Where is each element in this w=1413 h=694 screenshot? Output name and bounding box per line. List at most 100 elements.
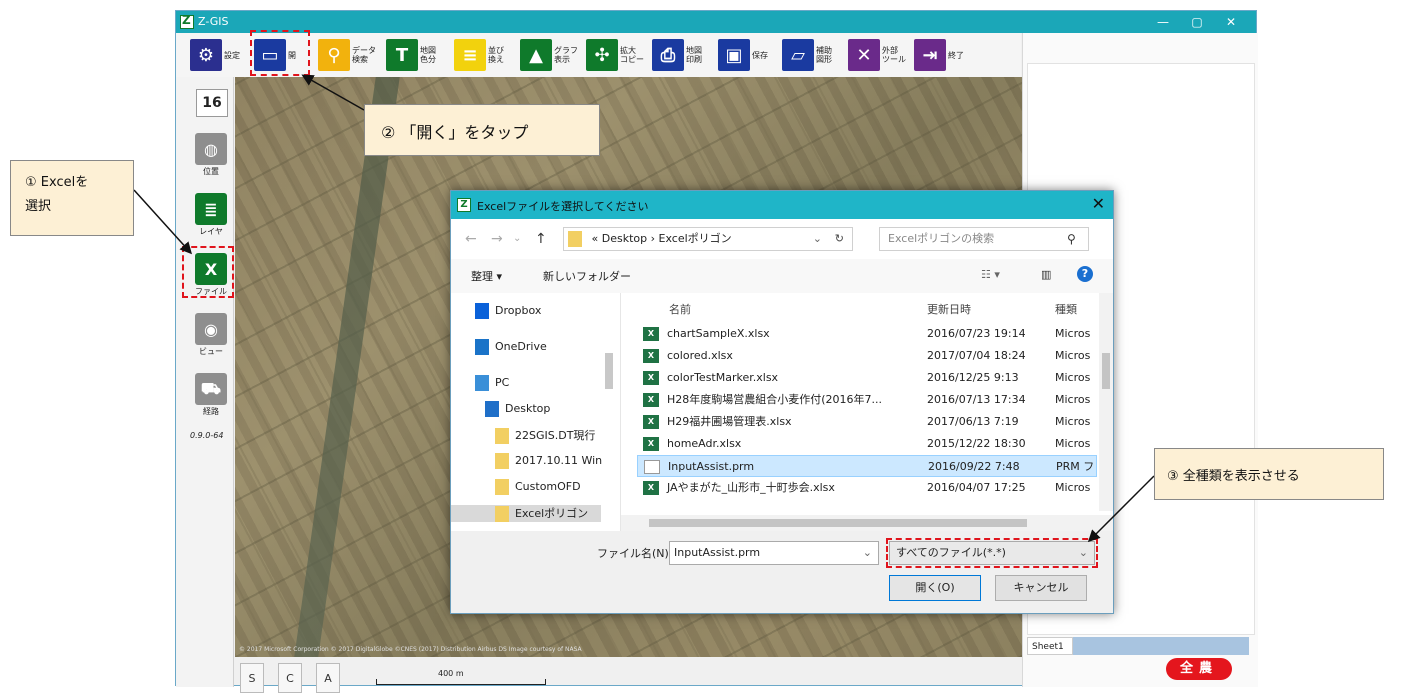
nav-item-0[interactable]: Dropbox: [475, 303, 541, 319]
nav-scroll-thumb[interactable]: [605, 353, 613, 389]
nav-item-2[interactable]: PC: [475, 375, 509, 391]
file-type: Micros: [1055, 393, 1091, 406]
highlight-open-button: [250, 30, 310, 76]
file-type: Micros: [1055, 349, 1091, 362]
toolbar-external-tools-button[interactable]: ✕ 外部 ツール: [848, 37, 908, 73]
chevron-down-icon[interactable]: ⌄: [863, 542, 872, 564]
file-name: H29福井圃場管理表.xlsx: [667, 415, 792, 428]
column-header-type[interactable]: 種類: [1055, 301, 1077, 317]
file-row[interactable]: Xcolored.xlsx 2017/07/04 18:24 Micros: [637, 345, 1097, 367]
organize-button[interactable]: 整理 ▾: [471, 268, 502, 284]
file-list-vertical-scrollbar[interactable]: [1099, 293, 1113, 511]
maximize-button[interactable]: ▢: [1182, 13, 1212, 31]
toolbar-map-color-button[interactable]: T 地図 色分: [386, 37, 446, 73]
nav-item-4[interactable]: 22SGIS.DT現行: [495, 427, 595, 444]
file-list-horizontal-scrollbar[interactable]: [621, 515, 1113, 531]
toolbar-settings-button[interactable]: ⚙ 設定: [190, 37, 250, 73]
button-a[interactable]: A: [316, 663, 340, 693]
toolbar-external-tools-label: 外部 ツール: [882, 46, 906, 64]
nav-item-label: 22SGIS.DT現行: [515, 429, 596, 442]
toolbar-data-search-label: データ 検索: [352, 46, 376, 64]
file-date: 2017/07/04 18:24: [927, 349, 1026, 362]
folder-icon: [568, 231, 582, 247]
cancel-button[interactable]: キャンセル: [995, 575, 1087, 601]
toolbar-map-print-button[interactable]: ⎙ 地図 印刷: [652, 37, 712, 73]
close-window-button[interactable]: ✕: [1216, 13, 1246, 31]
address-box[interactable]: « Desktop › Excelポリゴン ⌄ ↻: [563, 227, 853, 251]
search-input[interactable]: Excelポリゴンの検索: [879, 227, 1089, 251]
left-view-button[interactable]: ◉ ビュー: [194, 313, 228, 357]
toolbar-zoom-copy-label: 拡大 コピー: [620, 46, 644, 64]
filename-input[interactable]: InputAssist.prm ⌄: [669, 541, 879, 565]
gear-icon: ⚙: [190, 39, 222, 71]
left-route-button[interactable]: ⛟ 経路: [194, 373, 228, 417]
toolbar-data-search-button[interactable]: ⚲ データ 検索: [318, 37, 378, 73]
refresh-icon[interactable]: ↻: [835, 228, 844, 250]
button-c[interactable]: C: [278, 663, 302, 693]
file-row[interactable]: X JAやまがた_山形市_十町歩会.xlsx 2016/04/07 17:25 Mic…: [637, 477, 1097, 499]
toolbar-exit-button[interactable]: ⇥ 終了: [914, 37, 974, 73]
forward-arrow-icon[interactable]: →: [491, 231, 503, 247]
toolbar-save-button[interactable]: ▣ 保存: [718, 37, 778, 73]
up-arrow-icon[interactable]: ↑: [535, 231, 547, 247]
left-position-button[interactable]: ◍ 位置: [194, 133, 228, 177]
help-icon[interactable]: ?: [1077, 266, 1093, 282]
car-icon: ⛟: [195, 373, 227, 405]
excel-file-icon: X: [643, 349, 659, 363]
nav-item-7[interactable]: Excelポリゴン: [451, 505, 601, 522]
address-bar-row: ← → ⌄ ↑ « Desktop › Excelポリゴン ⌄ ↻ Excelポ…: [451, 219, 1113, 259]
map-attribution: © 2017 Microsoft Corporation © 2017 Digi…: [239, 646, 582, 653]
file-row[interactable]: XcolorTestMarker.xlsx 2016/12/25 9:13 Micr…: [637, 367, 1097, 389]
file-row[interactable]: XhomeAdr.xlsx 2015/12/22 18:30 Micros: [637, 433, 1097, 455]
file-row[interactable]: XchartSampleX.xlsx 2016/07/23 19:14 Micros: [637, 323, 1097, 345]
horizontal-scroll-thumb[interactable]: [649, 519, 1027, 527]
callout-tap-open: ② 「開く」をタップ: [364, 104, 600, 156]
toolbar-sort-label: 並び 換え: [488, 46, 504, 64]
nav-item-1[interactable]: OneDrive: [475, 339, 547, 355]
toolbar-aux-shape-button[interactable]: ▱ 補助 図形: [782, 37, 842, 73]
nav-item-6[interactable]: CustomOFD: [495, 479, 581, 495]
dialog-close-button[interactable]: ✕: [1092, 194, 1105, 213]
folder-icon: [495, 428, 509, 444]
nav-item-3[interactable]: Desktop: [485, 401, 550, 417]
nav-item-label: 2017.10.11 Win: [515, 454, 603, 467]
sheet-tab[interactable]: Sheet1: [1027, 637, 1073, 655]
nav-item-5[interactable]: 2017.10.11 Win: [495, 453, 602, 469]
back-arrow-icon[interactable]: ←: [465, 231, 477, 247]
folder-icon: [495, 453, 509, 469]
left-route-label: 経路: [203, 407, 219, 416]
button-s[interactable]: S: [240, 663, 264, 693]
view-options-icon[interactable]: ☷ ▾: [981, 268, 1000, 281]
excel-file-icon: X: [643, 327, 659, 341]
file-row[interactable]: X H29福井圃場管理表.xlsx 2017/06/13 7:19 Micros: [637, 411, 1097, 433]
eye-icon: ◉: [195, 313, 227, 345]
left-panel: 16 ◍ 位置 ≣ レイヤ X ファイル ◉ ビュー ⛟ 経路 0.9.0-64: [176, 77, 234, 687]
recent-locations-icon[interactable]: ⌄: [513, 233, 521, 244]
vertical-scroll-thumb[interactable]: [1102, 353, 1110, 389]
nav-scrollbar[interactable]: [603, 299, 615, 527]
file-type: Micros: [1055, 415, 1091, 428]
left-layer-button[interactable]: ≣ レイヤ: [194, 193, 228, 237]
new-folder-button[interactable]: 新しいフォルダー: [543, 268, 631, 284]
app-logo-icon: Z: [180, 13, 194, 29]
toolbar-graph-button[interactable]: ▲ グラフ 表示: [520, 37, 580, 73]
chevron-down-icon[interactable]: ⌄: [813, 228, 822, 250]
minimize-button[interactable]: —: [1148, 13, 1178, 31]
search-icon[interactable]: ⚲: [1067, 232, 1076, 246]
column-header-date[interactable]: 更新日時: [927, 301, 971, 317]
nav-item-label: OneDrive: [495, 340, 547, 353]
breadcrumb-excel-polygon[interactable]: Excelポリゴン: [659, 232, 732, 245]
toolbar-aux-shape-label: 補助 図形: [816, 46, 832, 64]
breadcrumb-desktop[interactable]: Desktop: [602, 232, 647, 245]
toolbar-map-print-label: 地図 印刷: [686, 46, 702, 64]
zoom-level[interactable]: 16: [196, 89, 228, 117]
folder-icon: [495, 479, 509, 495]
toolbar-sort-button[interactable]: ≡ 並び 換え: [454, 37, 514, 73]
preview-pane-icon[interactable]: ▥: [1041, 268, 1051, 281]
column-header-name[interactable]: 名前: [669, 301, 691, 317]
file-row[interactable]: X H28年度駒場営農組合小麦作付(2016年7... 2016/07/13 17:…: [637, 389, 1097, 411]
open-button[interactable]: 開く(O): [889, 575, 981, 601]
toolbar-zoom-copy-button[interactable]: ✣ 拡大 コピー: [586, 37, 646, 73]
file-row[interactable]: InputAssist.prm 2016/09/22 7:48 PRM フ: [637, 455, 1097, 477]
app-title: Z-GIS: [198, 15, 229, 28]
